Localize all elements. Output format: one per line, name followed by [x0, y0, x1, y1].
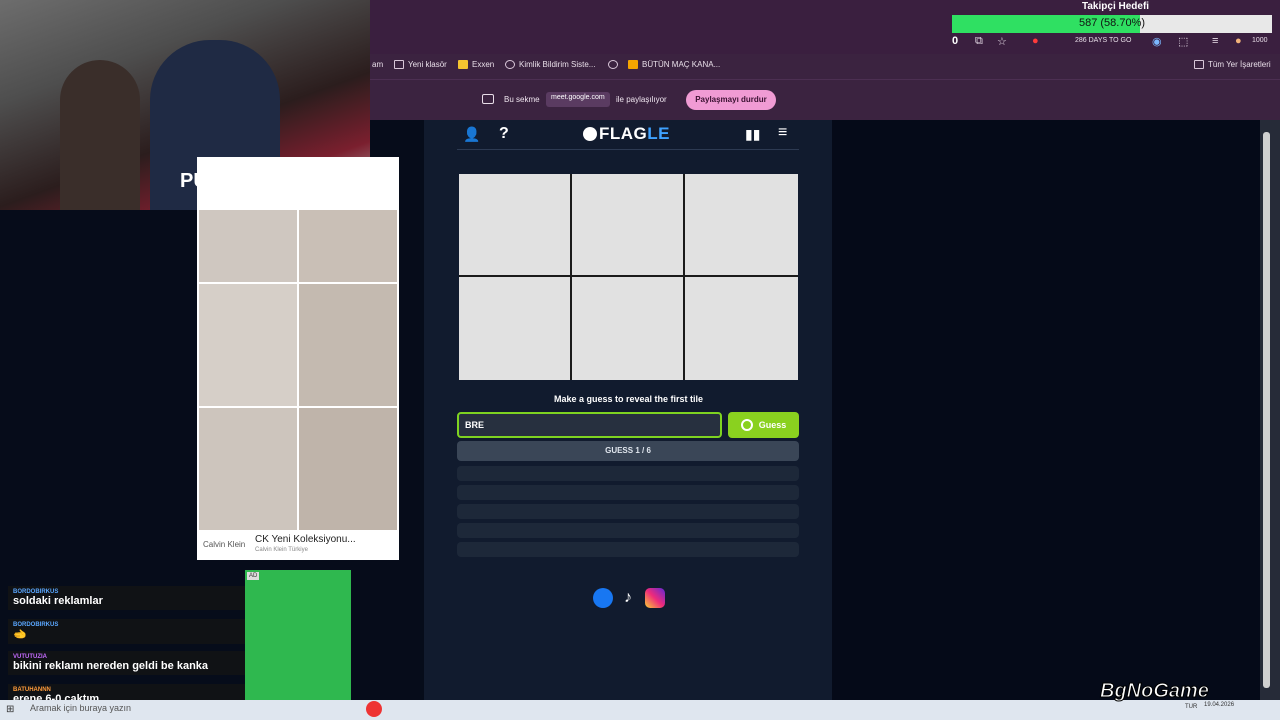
puzzle-icon[interactable]: ⬚ [1178, 35, 1188, 48]
share-prefix: Bu sekme [504, 95, 540, 104]
scrollbar-thumb[interactable] [1263, 132, 1270, 688]
chat-message: BORDOBIRKUS 🫲 [8, 619, 245, 644]
windows-taskbar [0, 700, 1280, 720]
taskbar-search[interactable]: Aramak için buraya yazın [30, 703, 131, 713]
folder-icon [394, 60, 404, 69]
chat-message: BORDOBIRKUS soldaki reklamlar [8, 586, 245, 610]
flag-tile [685, 277, 798, 380]
flag-tile [459, 174, 572, 277]
ad-label: AD [247, 572, 260, 580]
exxen-icon [458, 60, 468, 69]
streamer-guest [60, 60, 140, 210]
extension-icon[interactable]: ● [1032, 35, 1039, 47]
ad-image[interactable] [299, 408, 397, 530]
share-suffix: ile paylaşılıyor [616, 95, 667, 104]
tiktok-icon[interactable]: ♪ [618, 588, 638, 608]
screen-share-icon[interactable]: ⧉ [975, 35, 983, 48]
monitor-icon [482, 94, 494, 104]
audio-icon[interactable]: ◉ [1152, 35, 1162, 48]
facebook-icon[interactable] [593, 588, 613, 608]
page-right-margin [832, 120, 1260, 700]
ad-subtitle: Calvin Klein Türkiye [255, 547, 308, 553]
user-icon[interactable]: 👤 [463, 126, 480, 143]
media-icon[interactable]: ≡ [1212, 35, 1218, 47]
flag-tile [459, 277, 572, 380]
bookmark-item[interactable]: Exxen [458, 60, 494, 69]
jp-icon [628, 60, 638, 69]
days-countdown[interactable]: 286 DAYS TO GO [1075, 37, 1131, 44]
logo-globe-icon [583, 127, 597, 141]
guess-slot [457, 523, 799, 538]
language-indicator[interactable]: TUR [1185, 704, 1197, 710]
bookmark-item[interactable]: am [372, 60, 383, 69]
instagram-icon[interactable] [645, 588, 665, 608]
start-icon[interactable]: ⊞ [6, 704, 14, 715]
ad-image[interactable] [299, 284, 397, 406]
follower-goal-title: Takipçi Hedefi [1082, 1, 1150, 12]
folder-icon [1194, 60, 1204, 69]
follower-goal-bar: 587 (58.70%) [952, 15, 1272, 33]
ad-brand: Calvin Klein [203, 540, 246, 549]
ad-title[interactable]: CK Yeni Koleksiyonu... [255, 534, 356, 545]
flagle-logo: FLAGLE [583, 124, 670, 144]
ad-image[interactable] [199, 210, 297, 282]
goal-counter: 0 [952, 35, 959, 47]
flag-tile [572, 174, 685, 277]
chat-message: VUTUTUZIA bikini reklamı nereden geldi b… [8, 651, 245, 675]
guess-input[interactable] [457, 412, 722, 438]
globe-icon [608, 60, 618, 69]
bookmark-item[interactable]: BÜTÜN MAÇ KANA... [628, 60, 720, 69]
score-badge: 1000 [1252, 37, 1268, 44]
bookmark-item[interactable] [608, 60, 618, 69]
ad-image[interactable] [299, 210, 397, 282]
star-icon[interactable]: ☆ [997, 35, 1007, 48]
guess-counter: GUESS 1 / 6 [457, 441, 799, 461]
globe-icon [740, 419, 753, 431]
flag-tile [572, 277, 685, 380]
chrome-icon[interactable] [366, 701, 382, 717]
share-host: meet.google.com [546, 92, 610, 107]
ad-image[interactable] [199, 408, 297, 530]
guess-slot [457, 542, 799, 557]
help-icon[interactable]: ? [499, 125, 509, 143]
bookmark-item[interactable]: Kimlik Bildirim Siste... [505, 60, 595, 69]
guess-button[interactable]: Guess [728, 412, 799, 438]
green-widget: AD [245, 570, 351, 700]
menu-icon[interactable]: ≡ [778, 124, 787, 142]
guess-slot [457, 466, 799, 481]
guess-slot [457, 504, 799, 519]
hint-text: Make a guess to reveal the first tile [553, 394, 704, 404]
avatar[interactable]: ● [1235, 35, 1242, 47]
guess-slot [457, 485, 799, 500]
all-bookmarks[interactable]: Tüm Yer İşaretleri [1194, 60, 1271, 69]
pen-icon [505, 60, 515, 69]
ad-image[interactable] [199, 284, 297, 406]
flag-tile-grid [459, 174, 798, 380]
channel-watermark: BgNoGame [1100, 680, 1210, 703]
stats-icon[interactable]: ▮▮ [745, 126, 760, 143]
stop-sharing-button[interactable]: Paylaşmayı durdur [686, 90, 776, 110]
bookmark-item[interactable]: Yeni klasör [394, 60, 447, 69]
flag-tile [685, 174, 798, 277]
follower-goal-text: 587 (58.70%) [1078, 17, 1146, 29]
